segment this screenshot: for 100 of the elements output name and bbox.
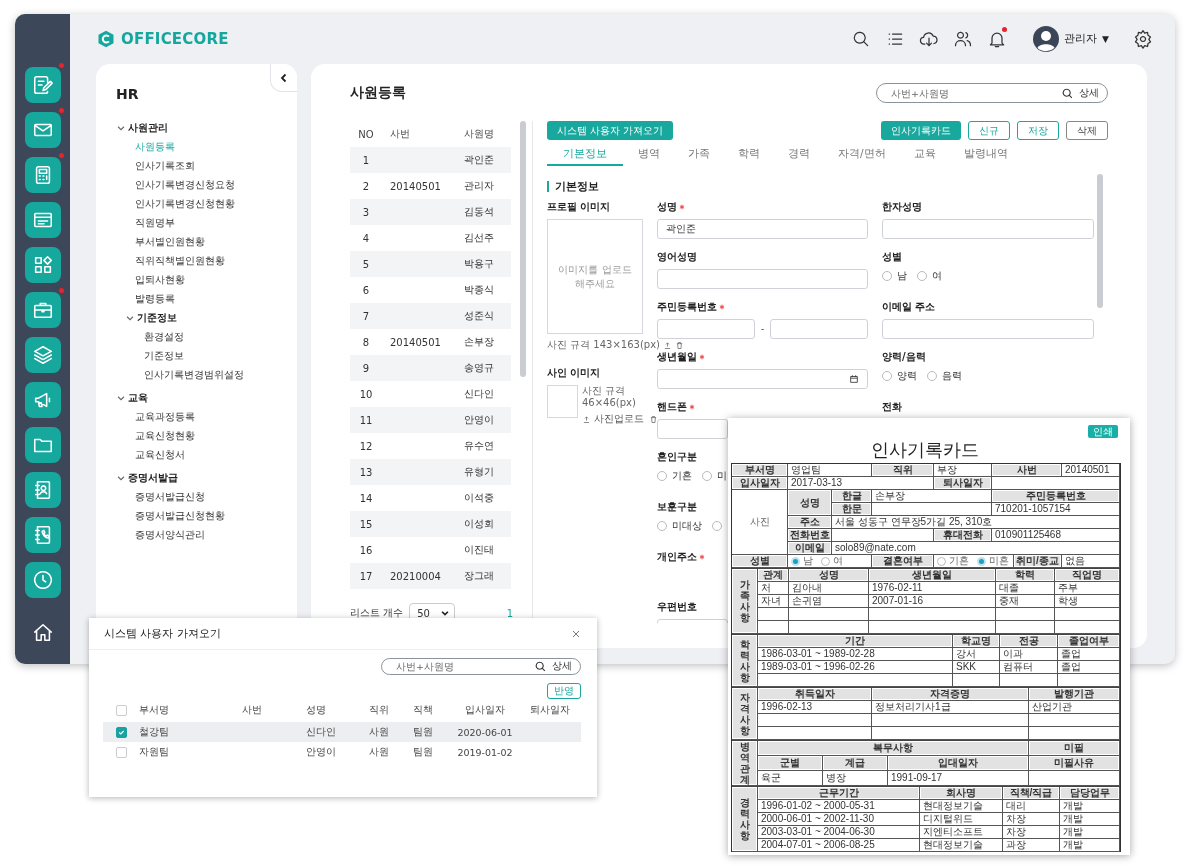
table-cell-text: 7 bbox=[361, 310, 371, 322]
table-cell: 개발 bbox=[1060, 800, 1120, 813]
table-header-cell: 휴대전화 bbox=[934, 529, 992, 542]
radio-button[interactable]: 양력 bbox=[882, 369, 917, 383]
menu-item[interactable]: 입퇴사현황 bbox=[125, 270, 185, 289]
tab[interactable]: 병역 bbox=[625, 143, 673, 166]
list-row[interactable]: 17 20210004 장그래 bbox=[350, 563, 511, 589]
table-cell: 정보처리기사1급 bbox=[872, 701, 1029, 714]
radio-button[interactable]: 미 bbox=[702, 469, 727, 483]
list-row[interactable]: 8 20140501 손부장 bbox=[350, 329, 511, 355]
detail-button[interactable]: 상세 bbox=[1079, 86, 1099, 100]
list-row[interactable]: 7 성준식 bbox=[350, 303, 511, 329]
menu-item[interactable]: 인사기록변경범위설정 bbox=[134, 365, 244, 384]
table-cell: 2007-01-16 bbox=[869, 595, 996, 608]
table-cell-text: 14 bbox=[358, 492, 374, 504]
menu-item[interactable]: 교육신청서 bbox=[125, 445, 185, 464]
field-label: 프로필 이미지 bbox=[547, 200, 612, 214]
table-header-cell: 복무사항 bbox=[758, 741, 1029, 756]
table-cell: 현대정보기술 bbox=[920, 800, 1003, 813]
list-row[interactable]: 13 유형기 bbox=[350, 459, 511, 485]
table-row[interactable]: 자원팀 안영이 사원 팀원 2019-01-02 bbox=[103, 742, 581, 762]
list-row[interactable]: 12 유수연 bbox=[350, 433, 511, 459]
table-cell-text: 이진태 bbox=[463, 543, 495, 557]
table-cell-text: 신다인 bbox=[463, 387, 495, 401]
menu-item[interactable]: 부서별인원현황 bbox=[125, 232, 205, 251]
list-row[interactable]: 15 이성회 bbox=[350, 511, 511, 537]
radio-button[interactable]: 미대상 bbox=[657, 519, 702, 533]
table-header-cell: 입대일자 bbox=[888, 756, 1029, 771]
menu-item[interactable]: 증명서발급신청 bbox=[125, 487, 205, 506]
radio-button[interactable]: 기혼 bbox=[937, 555, 969, 567]
column-header: 부서명 bbox=[139, 704, 169, 715]
list-row[interactable]: 11 안영이 bbox=[350, 407, 511, 433]
radio-button[interactable]: 여 bbox=[821, 555, 843, 567]
table-cell-text: 장그래 bbox=[463, 569, 495, 583]
table-cell: 안영이 bbox=[306, 745, 336, 757]
table-cell: 사원 bbox=[369, 725, 389, 737]
table-cell: 차장 bbox=[1003, 813, 1060, 826]
list-row[interactable]: 1 곽인준 bbox=[350, 147, 511, 173]
menu-item[interactable]: 증명서양식관리 bbox=[125, 525, 205, 544]
caret-text: ▼ bbox=[1102, 34, 1109, 44]
menu-item[interactable]: 인사기록변경신청요청 bbox=[125, 175, 235, 194]
list-row[interactable]: 4 김선주 bbox=[350, 225, 511, 251]
menu-item[interactable]: 인사기록변경신청현황 bbox=[125, 194, 235, 213]
radio-button[interactable]: 여 bbox=[917, 269, 942, 283]
radio-button[interactable]: 음력 bbox=[927, 369, 962, 383]
radio-button[interactable]: 남 bbox=[791, 555, 813, 567]
menu-item[interactable]: 직위직책별인원현황 bbox=[125, 251, 225, 270]
menu-item[interactable]: 기준정보 bbox=[134, 346, 184, 365]
table-header-cell: 기간 bbox=[758, 635, 953, 648]
menu-item[interactable]: 증명서발급신청현황 bbox=[125, 506, 225, 525]
detail-button[interactable]: 상세 bbox=[552, 660, 572, 673]
list-row[interactable]: 9 송영규 bbox=[350, 355, 511, 381]
table-cell: SKK bbox=[953, 661, 1000, 674]
table-cell: 팀원 bbox=[413, 725, 433, 737]
tab[interactable]: 학력 bbox=[725, 143, 773, 166]
list-row[interactable]: 16 이진태 bbox=[350, 537, 511, 563]
field-label: 혼인구분 bbox=[657, 450, 697, 464]
menu-group[interactable]: 증명서발급 bbox=[116, 468, 178, 487]
text-field[interactable]: 곽인준 bbox=[657, 219, 868, 239]
list-row[interactable]: 6 박종식 bbox=[350, 277, 511, 303]
column-header: 직위 bbox=[369, 704, 389, 715]
upload-link[interactable]: 사진업로드 bbox=[582, 412, 644, 426]
table-row[interactable]: 철강팀 신다인 사원 팀원 2020-06-01 bbox=[103, 722, 581, 742]
list-row[interactable]: 14 이석중 bbox=[350, 485, 511, 511]
tab[interactable]: 자격/면허 bbox=[825, 143, 899, 166]
list-row[interactable]: 2 20140501 관리자 bbox=[350, 173, 511, 199]
radio-button[interactable]: 기혼 bbox=[657, 469, 692, 483]
column-header: NO bbox=[357, 128, 375, 140]
menu-item[interactable]: 발령등록 bbox=[125, 289, 175, 308]
table-cell-text: 관리자 bbox=[463, 179, 495, 193]
card-title: 인사기록카드 bbox=[869, 439, 980, 462]
table-header-cell: 회사명 bbox=[920, 787, 1003, 800]
column-header: 성명 bbox=[306, 704, 326, 715]
menu-item[interactable]: 교육과정등록 bbox=[125, 407, 195, 426]
table-cell: 개발 bbox=[1060, 839, 1120, 852]
tab[interactable]: 발령내역 bbox=[950, 143, 1021, 166]
menu-item[interactable]: 인사기록조회 bbox=[125, 156, 195, 175]
table-cell-text: 유형기 bbox=[463, 465, 495, 479]
radio-button[interactable]: 남 bbox=[882, 269, 907, 283]
section-title: 기본정보 bbox=[555, 178, 599, 194]
menu-item[interactable]: 환경설정 bbox=[134, 327, 184, 346]
list-row[interactable]: 10 신다인 bbox=[350, 381, 511, 407]
menu-item[interactable]: 교육신청현황 bbox=[125, 426, 195, 445]
menu-item[interactable]: 직원명부 bbox=[125, 213, 175, 232]
menu-group[interactable]: 교육 bbox=[116, 388, 148, 407]
radio-button[interactable]: 미혼 bbox=[977, 555, 1009, 567]
table-header-cell: 한문 bbox=[832, 503, 872, 516]
tab[interactable]: 경력 bbox=[775, 143, 823, 166]
table-cell: 과장 bbox=[1003, 839, 1060, 852]
field-label: 개인주소 bbox=[657, 550, 697, 564]
table-cell: 1996-02-13 bbox=[758, 701, 872, 714]
list-row[interactable]: 5 박용구 bbox=[350, 251, 511, 277]
menu-group[interactable]: 기준정보 bbox=[125, 308, 177, 327]
tab[interactable]: 가족 bbox=[675, 143, 723, 166]
action-button[interactable]: 삭제 bbox=[1066, 121, 1108, 140]
table-header-cell: 취득일자 bbox=[758, 688, 872, 701]
list-row[interactable]: 3 김동석 bbox=[350, 199, 511, 225]
user-menu[interactable]: 관리자 ▼ bbox=[1033, 26, 1109, 52]
menu-group[interactable]: 사원관리 bbox=[116, 118, 168, 137]
tab[interactable]: 교육 bbox=[900, 143, 949, 166]
